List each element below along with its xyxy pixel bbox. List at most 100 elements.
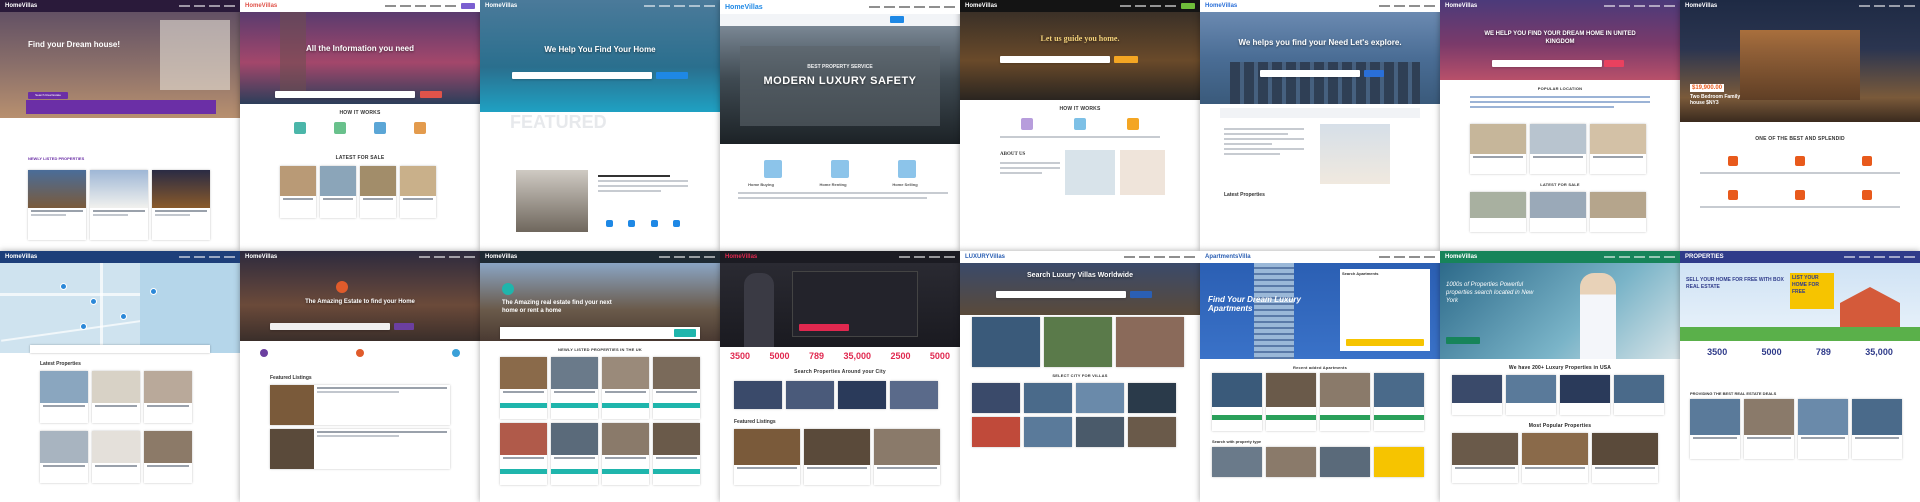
property-cards [734,429,940,485]
property-cards [1452,375,1664,415]
tab-bar[interactable] [1220,108,1420,118]
agent-photo [1320,124,1390,184]
site-logo: HomeVillas [1685,3,1718,9]
search-button[interactable] [394,323,414,330]
section-title: HOW IT WORKS [339,110,381,116]
site-logo: HomeVillas [725,3,763,11]
hero-title: Two Bedroom Family house $NY3 [1690,94,1741,106]
top-nav: HomeVillas [1440,0,1680,12]
section-title: Featured Listings [734,419,776,425]
nav-links[interactable] [385,5,456,7]
site-logo: ApartmentsVilla [1205,254,1251,260]
property-cards [1212,373,1424,431]
property-cards [1470,192,1646,232]
nav-links[interactable] [1379,256,1435,258]
nav-links[interactable] [869,6,955,8]
site-logo: HomeVillas [485,254,518,260]
nav-links[interactable] [1844,256,1915,258]
map[interactable] [0,263,240,353]
search-panel[interactable]: Search Apartments [1340,269,1430,351]
template-preview[interactable]: HomeVillas All the Information you need … [240,0,480,251]
nav-links[interactable] [1124,256,1195,258]
site-logo: HomeVillas [485,3,518,9]
template-preview[interactable]: HomeVillas The Amazing real estate find … [480,251,720,502]
property-cards [280,166,436,218]
search-bar[interactable] [1260,70,1360,77]
section-title: NEWLY LISTED PROPERTIES [28,156,85,161]
key-icon [374,122,386,134]
nav-links[interactable] [1604,256,1675,258]
nav-links[interactable] [1379,5,1435,7]
template-preview[interactable]: HomeVillas Latest Properties [0,251,240,502]
search-bar[interactable] [26,100,216,114]
map-icon [294,122,306,134]
sign-icon [897,160,916,178]
search-button[interactable] [656,72,688,79]
search-button[interactable]: Search Real Estate [28,92,68,99]
template-preview[interactable]: HomeVillas WE HELP YOU FIND YOUR DREAM H… [1440,0,1680,251]
search-button[interactable] [1114,56,1138,63]
search-strip[interactable] [720,14,960,26]
house-icon [1020,118,1033,130]
section-title: Latest Properties [40,361,81,367]
house-icon [334,122,346,134]
cta-button[interactable] [1446,337,1480,344]
template-preview[interactable]: LUXURYVillas Search Luxury Villas Worldw… [960,251,1200,502]
top-nav: LUXURYVillas [960,251,1200,263]
search-bar[interactable] [1492,60,1602,67]
nav-links[interactable] [659,256,715,258]
search-bar[interactable] [275,91,415,98]
property-cards [270,385,450,469]
template-preview[interactable]: HomeVillas Let us guide you home. HOW IT… [960,0,1200,251]
template-preview[interactable]: HomeVillas Find your Dream house! Search… [0,0,240,251]
template-preview[interactable]: HomeVillas BEST PROPERTY SERVICE MODERN … [720,0,960,251]
section-title: PROVIDING THE BEST REAL ESTATE DEALS [1690,391,1777,396]
nav-links[interactable] [1604,5,1675,7]
template-preview[interactable]: HomeVillas We helps you find your Need L… [1200,0,1440,251]
site-logo: HomeVillas [1445,3,1478,9]
nav-links[interactable] [179,256,235,258]
stat-value: 789 [1815,347,1831,357]
hero-image: We Help You Find Your Home [480,0,720,112]
service-label: Home Renting [819,182,847,187]
location-links[interactable] [1470,96,1650,111]
template-preview[interactable]: PROPERTIES SELL YOUR HOME FOR FREE WITH … [1680,251,1920,502]
nav-links[interactable] [419,256,475,258]
search-bar[interactable] [996,291,1126,298]
template-preview[interactable]: HomeVillas $19,900.00 Two Bedroom Family… [1680,0,1920,251]
search-bar[interactable] [30,345,210,353]
service-icons [740,160,940,178]
site-logo: HomeVillas [5,3,38,9]
top-nav: HomeVillas [0,0,240,12]
template-preview[interactable]: HomeVillas The Amazing Estate to find yo… [240,251,480,502]
template-preview[interactable]: HomeVillas 3500 5000 789 35,000 2500 500… [720,251,960,502]
nav-links[interactable] [1120,5,1176,7]
site-logo: HomeVillas [5,254,38,260]
submit-button[interactable] [461,3,475,9]
nav-links[interactable] [179,5,235,7]
search-bar[interactable] [512,72,652,79]
search-button[interactable] [1604,60,1624,67]
search-bar[interactable] [500,327,700,339]
key-icon [830,160,849,178]
feature-icons [1700,190,1900,200]
map-pin-icon [60,283,67,290]
template-preview[interactable]: HomeVillas 1000s of Properties Powerful … [1440,251,1680,502]
nav-links[interactable] [1859,5,1915,7]
property-cards [1470,124,1646,174]
nav-links[interactable] [899,256,955,258]
search-button[interactable] [1130,291,1152,298]
search-form[interactable] [792,271,918,337]
template-preview[interactable]: ApartmentsVilla Find Your Dream Luxury A… [1200,251,1440,502]
stat-value: 5000 [1761,347,1782,357]
template-preview[interactable]: HomeVillas We Help You Find Your Home FE… [480,0,720,251]
search-panel-title: Search Apartments [1342,271,1379,276]
hero-title: WE HELP YOU FIND YOUR DREAM HOME IN UNIT… [1484,31,1636,45]
add-listing-button[interactable] [1181,3,1195,9]
search-bar[interactable] [1000,56,1110,63]
nav-links[interactable] [644,5,715,7]
section-title: Search Properties Around your City [794,369,886,375]
search-button[interactable] [1364,70,1384,77]
search-button[interactable] [420,91,442,98]
search-bar[interactable] [270,323,390,330]
